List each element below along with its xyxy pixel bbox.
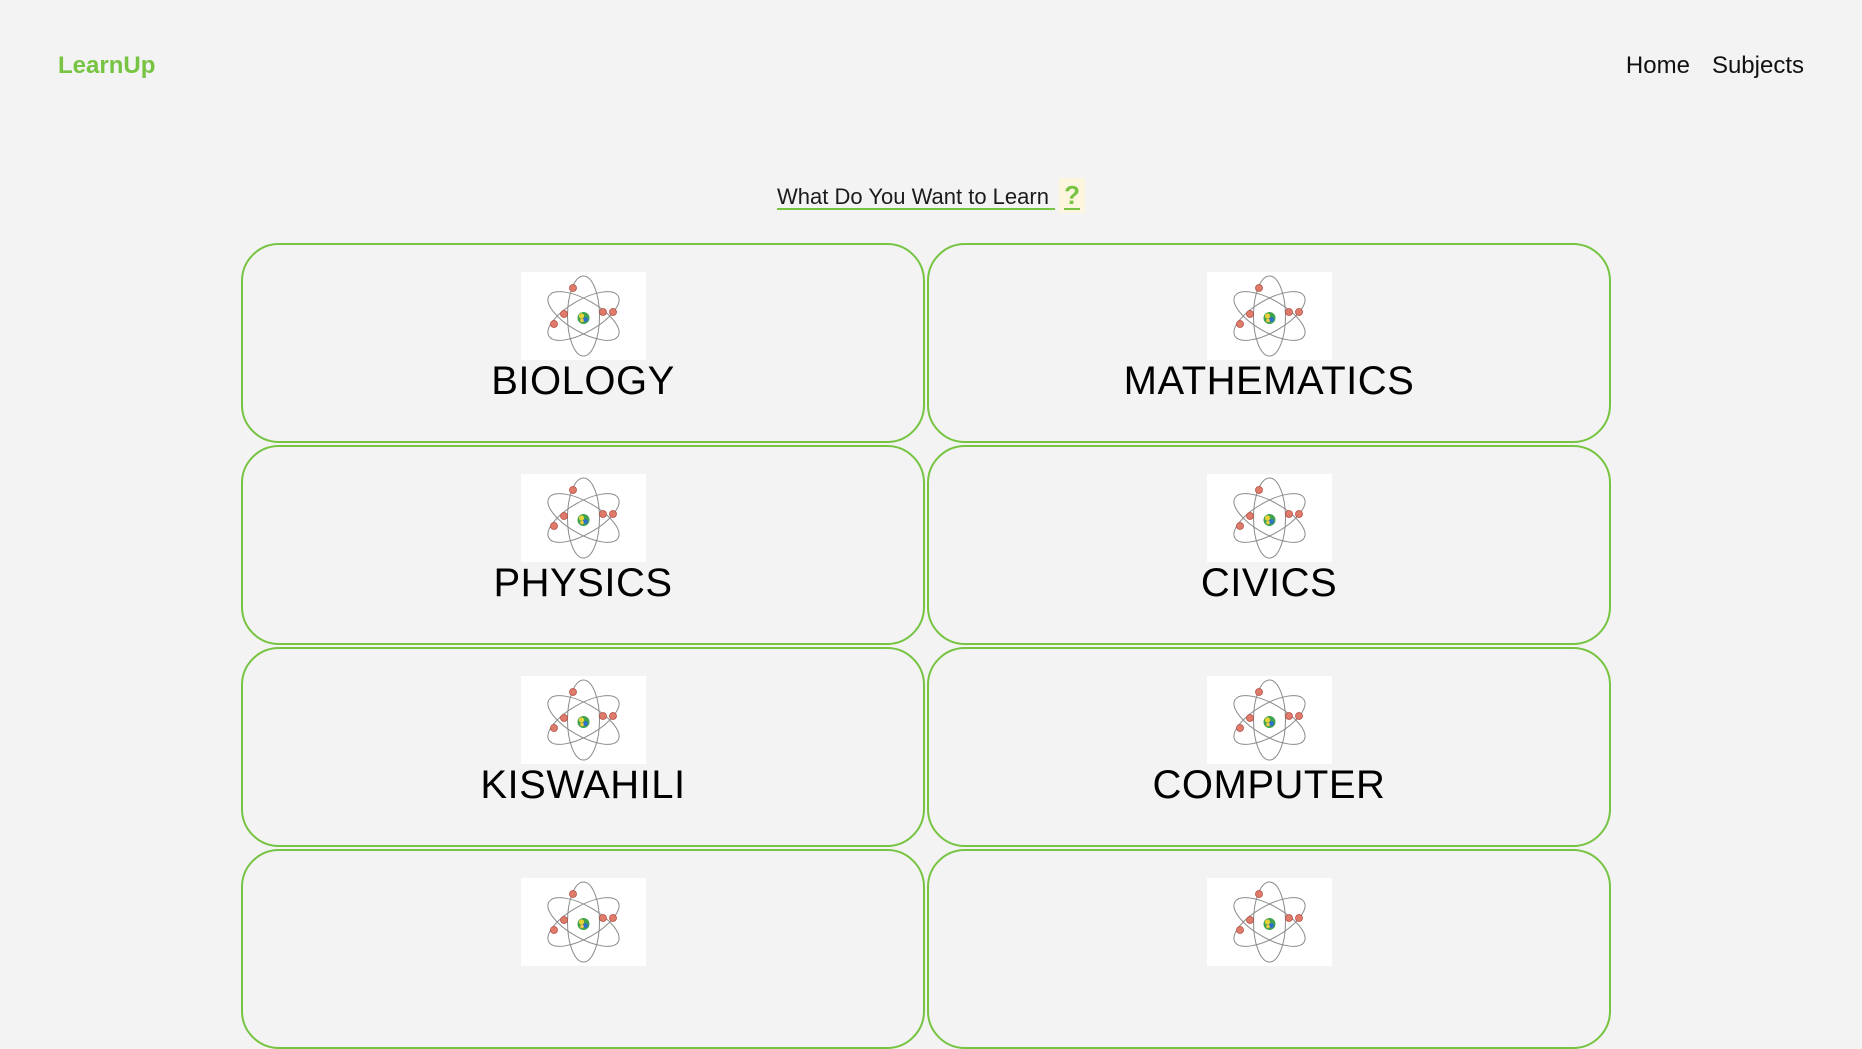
subject-card-biology[interactable]: BIOLOGY	[241, 243, 925, 443]
page-heading: What Do You Want to Learn ?	[0, 178, 1862, 213]
subject-card-kiswahili[interactable]: KISWAHILI	[241, 647, 925, 847]
heading-text: What Do You Want to Learn	[777, 184, 1056, 209]
nav-subjects-link[interactable]: Subjects	[1712, 52, 1804, 80]
navbar: LearnUp Home Subjects	[0, 0, 1862, 132]
atom-icon	[521, 272, 646, 360]
atom-icon	[521, 878, 646, 966]
atom-icon	[1207, 676, 1332, 764]
subject-title: MATHEMATICS	[1123, 359, 1415, 403]
atom-icon	[1207, 878, 1332, 966]
subject-title: KISWAHILI	[480, 763, 686, 807]
nav-home-link[interactable]: Home	[1626, 52, 1690, 80]
subject-title: BIOLOGY	[491, 359, 675, 403]
nav-links: Home Subjects	[1626, 52, 1804, 80]
atom-icon	[1207, 272, 1332, 360]
atom-icon	[521, 474, 646, 562]
subject-title: PHYSICS	[493, 561, 673, 605]
subject-card-partial-right[interactable]	[927, 849, 1611, 1049]
subject-card-physics[interactable]: PHYSICS	[241, 445, 925, 645]
subject-card-civics[interactable]: CIVICS	[927, 445, 1611, 645]
brand-logo[interactable]: LearnUp	[58, 52, 155, 80]
subject-title: COMPUTER	[1152, 763, 1386, 807]
subject-card-mathematics[interactable]: MATHEMATICS	[927, 243, 1611, 443]
atom-icon	[521, 676, 646, 764]
atom-icon	[1207, 474, 1332, 562]
subject-card-computer[interactable]: COMPUTER	[927, 647, 1611, 847]
subject-title: CIVICS	[1200, 561, 1338, 605]
subject-card-partial-left[interactable]	[241, 849, 925, 1049]
subjects-grid: BIOLOGY MATHEMATICS PHYSICS CIVICS KISWA…	[241, 243, 1611, 1049]
question-mark: ?	[1059, 178, 1085, 213]
